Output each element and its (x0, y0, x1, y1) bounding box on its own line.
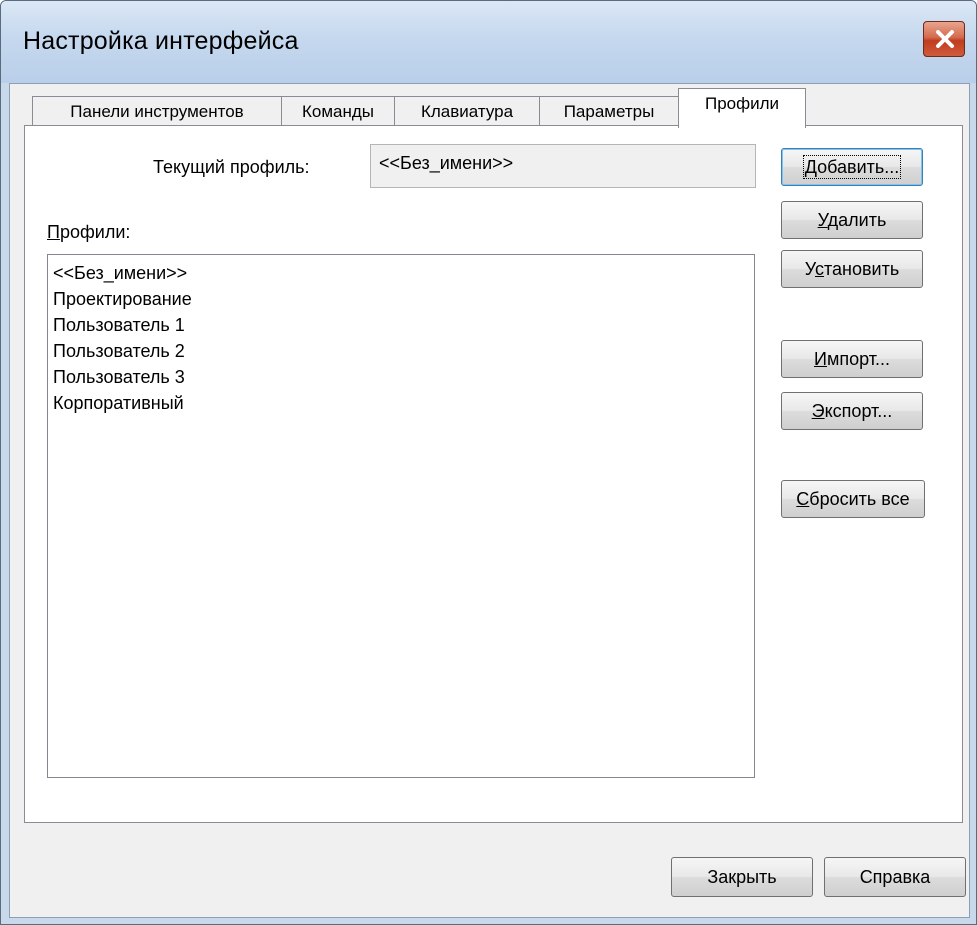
delete-accel: У (817, 210, 828, 230)
import-button[interactable]: Импорт... (781, 340, 923, 378)
set-pre: У (804, 259, 815, 279)
tab-profiles[interactable]: Профили (678, 88, 806, 128)
close-dialog-button[interactable]: Закрыть (671, 857, 813, 897)
profiles-label-rest: рофили: (59, 222, 131, 242)
import-rest: мпорт... (826, 349, 890, 369)
import-accel: И (814, 349, 827, 369)
tab-parameters[interactable]: Параметры (539, 96, 679, 126)
window-title: Настройка интерфейса (23, 27, 299, 55)
dialog-window: Настройка интерфейса Панели инструментов… (0, 0, 977, 925)
reset-all-button[interactable]: Сбросить все (781, 480, 925, 518)
profiles-panel: Текущий профиль: <<Без_имени>> Профили: … (24, 125, 963, 823)
close-button[interactable] (923, 21, 965, 57)
list-item[interactable]: Пользователь 2 (53, 338, 185, 364)
set-current-button[interactable]: Установить (781, 250, 923, 288)
list-item[interactable]: Пользователь 1 (53, 312, 185, 338)
close-icon (936, 30, 954, 48)
current-profile-label: Текущий профиль: (153, 157, 310, 177)
list-item[interactable]: Проектирование (53, 286, 192, 312)
add-button[interactable]: Добавить... (781, 148, 923, 186)
add-accel: Д (804, 157, 818, 177)
add-button-label: Добавить... (802, 155, 902, 179)
tab-toolbars[interactable]: Панели инструментов (32, 96, 282, 126)
export-button[interactable]: Экспорт... (781, 392, 923, 430)
add-rest: обавить... (817, 157, 900, 177)
list-item[interactable]: <<Без_имени>> (53, 260, 187, 286)
current-profile-value: <<Без_имени>> (379, 153, 514, 173)
profiles-list[interactable]: <<Без_имени>> Проектирование Пользовател… (47, 254, 755, 778)
set-rest: тановить (823, 259, 900, 279)
current-profile-field: <<Без_имени>> (370, 144, 756, 188)
dialog-client-area: Панели инструментов Команды Клавиатура П… (9, 83, 970, 918)
tab-keyboard[interactable]: Клавиатура (394, 96, 540, 126)
export-accel: Э (811, 401, 825, 421)
delete-button[interactable]: Удалить (781, 201, 923, 239)
profiles-label-accel: П (47, 222, 60, 242)
list-item[interactable]: Корпоративный (53, 390, 184, 416)
reset-rest: бросить все (809, 489, 910, 509)
title-bar[interactable]: Настройка интерфейса (1, 1, 976, 83)
profiles-label: Профили: (47, 222, 130, 243)
tab-commands[interactable]: Команды (281, 96, 395, 126)
help-button[interactable]: Справка (824, 857, 966, 897)
set-accel: с (814, 259, 824, 279)
export-rest: кспорт... (824, 401, 893, 421)
delete-rest: далить (827, 210, 887, 230)
reset-accel: С (796, 489, 810, 509)
list-item[interactable]: Пользователь 3 (53, 364, 185, 390)
